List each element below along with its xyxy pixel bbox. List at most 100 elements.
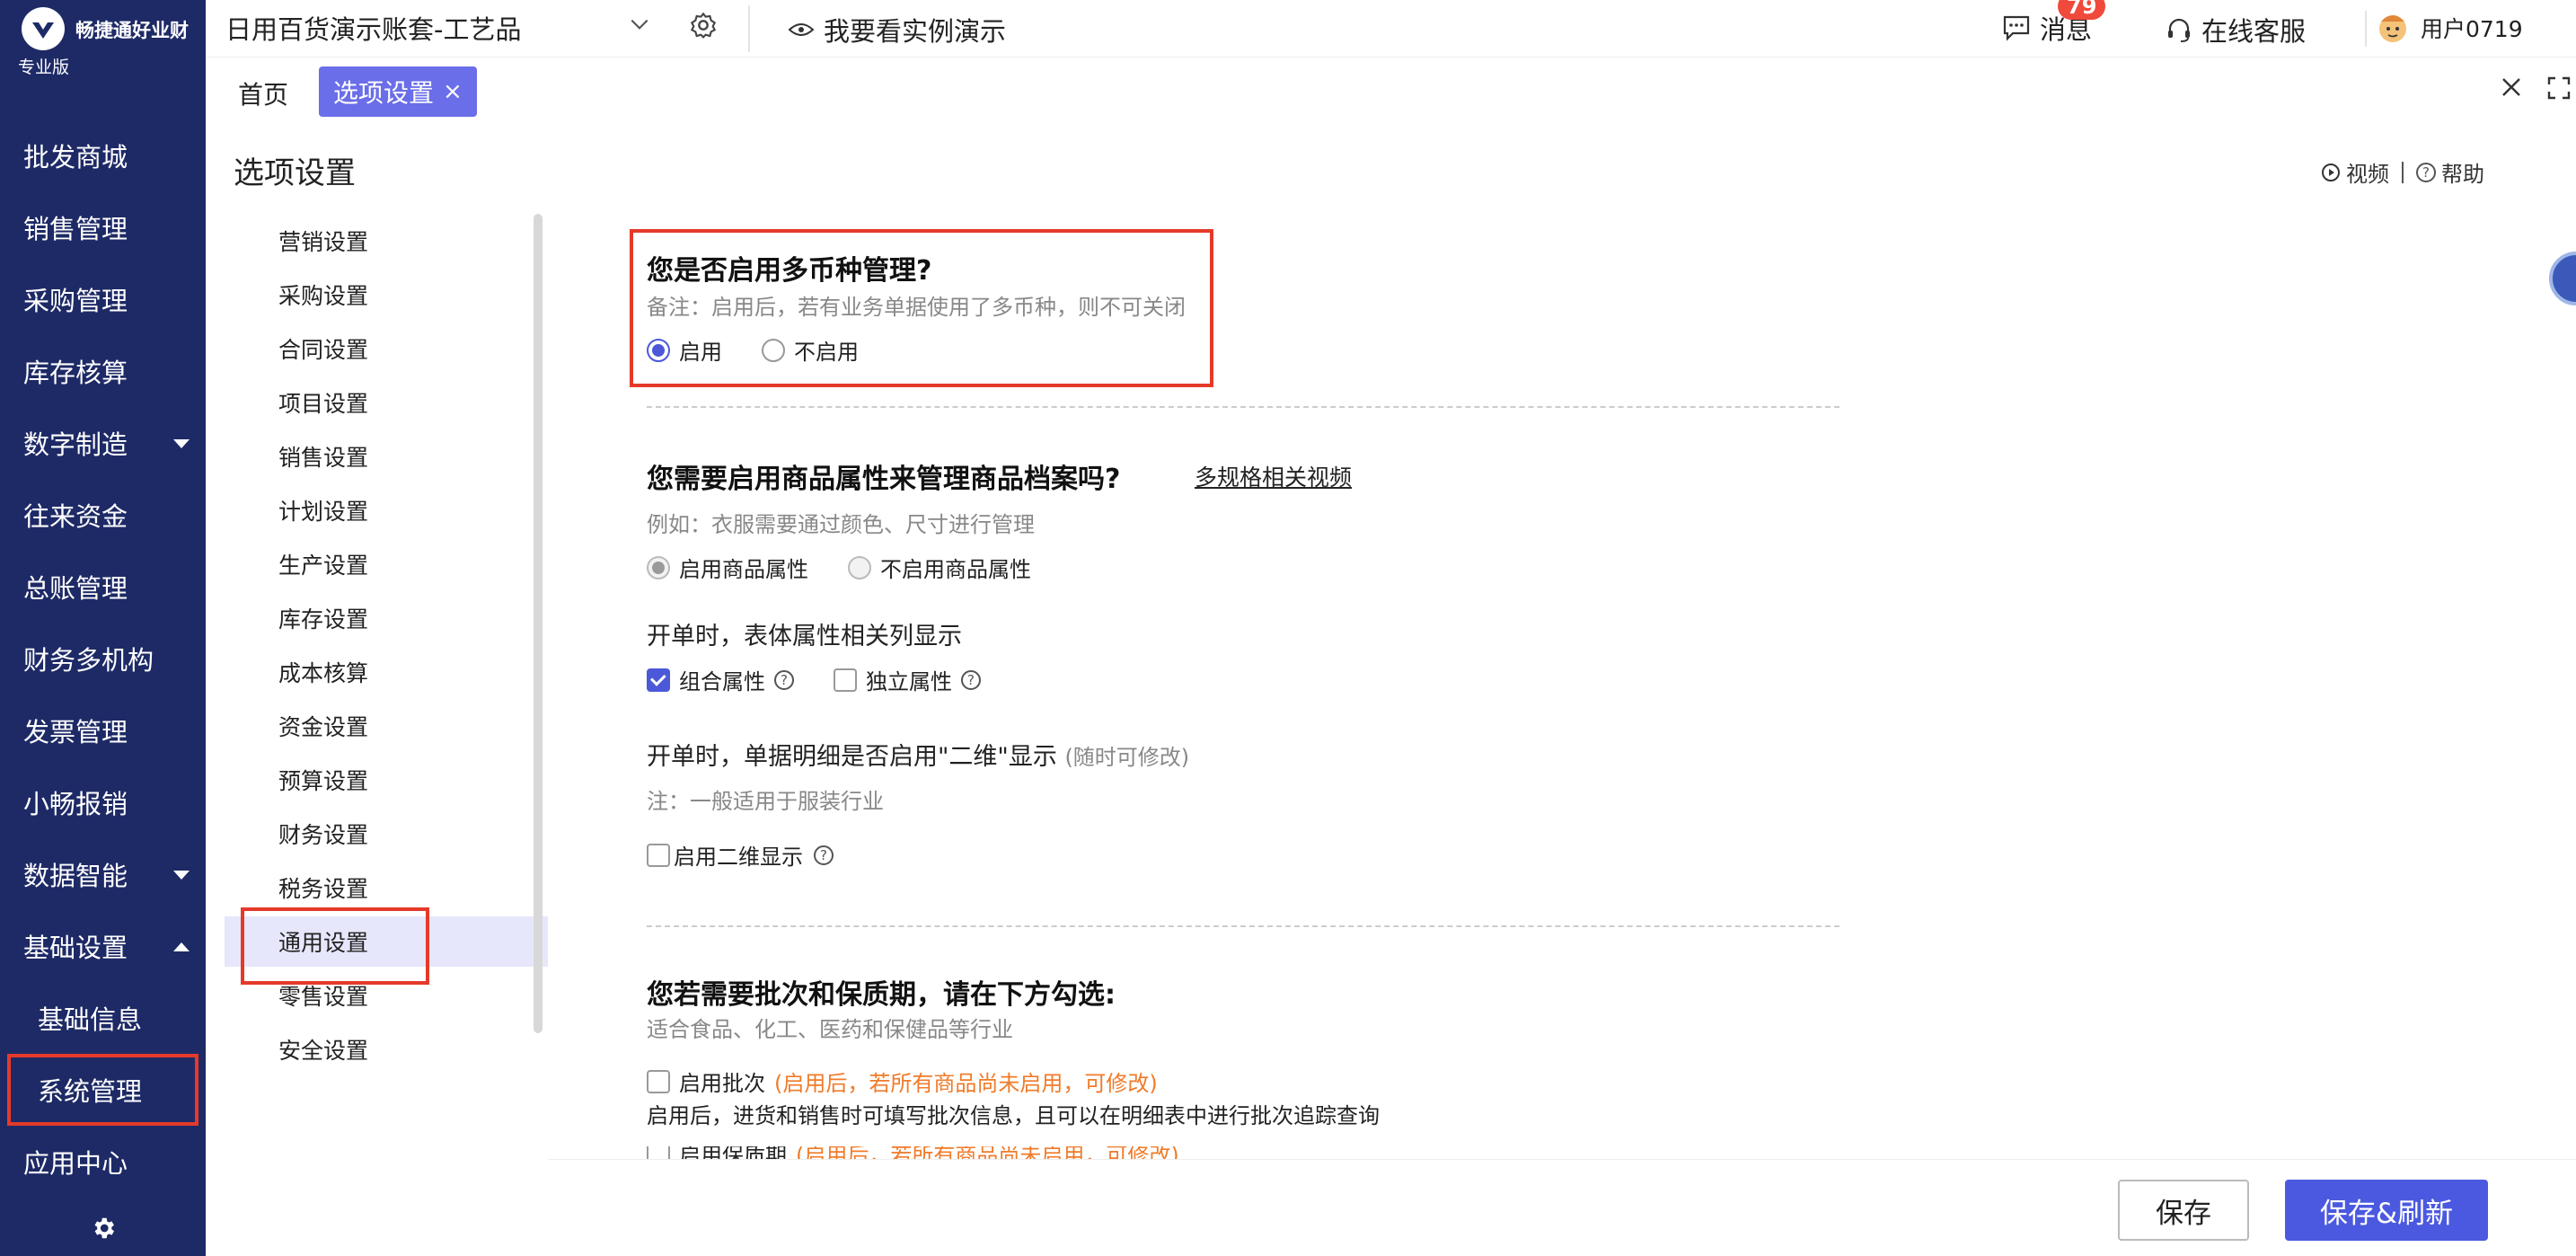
spec-video-link[interactable]: 多规格相关视频: [1195, 460, 1352, 492]
currency-radio-on[interactable]: 启用: [647, 334, 722, 366]
combined-attribute-checkbox[interactable]: 组合属性 ?: [647, 664, 794, 695]
side-menu: 批发商城 销售管理 采购管理 库存核算 数字制造 往来资金 总账管理 财务多机构…: [0, 119, 206, 1198]
messages-count-badge: 79: [2058, 0, 2106, 20]
sidebar-item-system-management[interactable]: 系统管理: [7, 1054, 198, 1126]
page-title: 选项设置: [234, 155, 356, 191]
radio-checked-icon: [647, 338, 670, 362]
twod-hint: (随时可修改): [1064, 745, 1190, 770]
floating-assistant-icon[interactable]: [2549, 252, 2576, 305]
column-display-title: 开单时，表体属性相关列显示: [647, 623, 962, 650]
settings-nav-plan[interactable]: 计划设置: [225, 485, 548, 535]
tab-home[interactable]: 首页: [238, 75, 288, 111]
user-menu[interactable]: 用户0719: [2374, 9, 2523, 47]
settings-nav-funds[interactable]: 资金设置: [225, 701, 548, 751]
sidebar-item-label: 基础设置: [23, 933, 128, 963]
batch-hint: (启用后，若所有商品尚未启用，可修改): [774, 1071, 1158, 1096]
sidebar-item-basic-info[interactable]: 基础信息: [0, 982, 206, 1054]
settings-nav-tax[interactable]: 税务设置: [225, 862, 548, 913]
shelf-check-row: 启用保质期 (启用后，若所有商品尚未启用，可修改): [647, 1146, 1210, 1159]
settings-nav-production[interactable]: 生产设置: [225, 539, 548, 589]
tab-close-icon[interactable]: ×: [443, 78, 463, 105]
attributes-options: 启用商品属性 不启用商品属性: [647, 552, 1062, 583]
question-circle-icon: ?: [2416, 162, 2436, 182]
sidebar-item-label: 发票管理: [23, 717, 128, 747]
settings-nav-project[interactable]: 项目设置: [225, 377, 548, 428]
attributes-radio-on[interactable]: 启用商品属性: [647, 552, 808, 583]
sidebar-item-label: 基础信息: [38, 1004, 143, 1035]
account-settings-icon[interactable]: [689, 11, 718, 43]
brand-edition: 专业版: [18, 57, 70, 77]
sidebar-item-funds[interactable]: 往来资金: [0, 479, 206, 551]
close-icon[interactable]: [2498, 72, 2525, 109]
checkbox-label: 组合属性: [679, 669, 765, 694]
radio-unchecked-icon: [848, 555, 871, 579]
video-link[interactable]: 视频: [2321, 156, 2389, 188]
currency-options: 启用 不启用: [647, 334, 889, 366]
sidebar-item-data-intelligence[interactable]: 数据智能: [0, 838, 206, 910]
radio-unchecked-icon: [762, 338, 785, 362]
sidebar-item-label: 库存核算: [23, 358, 128, 388]
checkbox-label: 启用二维显示: [674, 845, 803, 870]
settings-nav-sales[interactable]: 销售设置: [225, 431, 548, 482]
user-name: 用户0719: [2421, 16, 2523, 42]
shelf-life-checkbox[interactable]: 启用保质期 (启用后，若所有商品尚未启用，可修改): [647, 1146, 1179, 1159]
online-service-button[interactable]: 在线客服: [2166, 11, 2306, 49]
play-circle-icon: [2322, 163, 2340, 181]
shelf-hint: (启用后，若所有商品尚未启用，可修改): [796, 1146, 1179, 1159]
settings-nav-costing[interactable]: 成本核算: [225, 647, 548, 697]
highlight-box-general: [241, 907, 429, 985]
tab-options-settings[interactable]: 选项设置 ×: [319, 66, 477, 117]
checkbox-label: 独立属性: [866, 669, 952, 694]
sidebar-item-manufacturing[interactable]: 数字制造: [0, 407, 206, 479]
settings-nav-security[interactable]: 安全设置: [225, 1024, 548, 1075]
section-divider: [647, 406, 1839, 408]
sidebar-item-ledger[interactable]: 总账管理: [0, 551, 206, 623]
chevron-down-icon[interactable]: [628, 13, 651, 40]
settings-nav-contract[interactable]: 合同设置: [225, 323, 548, 374]
attributes-radio-off[interactable]: 不启用商品属性: [848, 552, 1031, 583]
settings-nav-marketing[interactable]: 营销设置: [225, 216, 548, 266]
save-button[interactable]: 保存: [2118, 1180, 2249, 1241]
settings-nav-budget[interactable]: 预算设置: [225, 755, 548, 805]
sidebar-item-multi-org[interactable]: 财务多机构: [0, 623, 206, 694]
fullscreen-icon[interactable]: [2546, 75, 2572, 104]
settings-nav-finance[interactable]: 财务设置: [225, 809, 548, 859]
demo-link[interactable]: 我要看实例演示: [788, 11, 1006, 49]
sidebar-item-label: 系统管理: [38, 1076, 143, 1107]
help-link[interactable]: ? 帮助: [2416, 156, 2484, 188]
sidebar-item-invoice[interactable]: 发票管理: [0, 694, 206, 766]
separate-attribute-checkbox[interactable]: 独立属性 ?: [834, 664, 981, 695]
eye-icon: [788, 23, 815, 36]
batch-description: 启用后，进货和销售时可填写批次信息，且可以在明细表中进行批次追踪查询: [647, 1103, 1380, 1128]
save-refresh-button[interactable]: 保存&刷新: [2285, 1180, 2488, 1241]
question-circle-icon[interactable]: ?: [814, 845, 834, 865]
settings-nav-inventory[interactable]: 库存设置: [225, 593, 548, 643]
action-bar: 保存 保存&刷新: [548, 1159, 2576, 1256]
sidebar-item-app-center[interactable]: 应用中心: [0, 1126, 206, 1198]
sidebar-item-wholesale-mall[interactable]: 批发商城: [0, 119, 206, 191]
settings-nav-scrollbar[interactable]: [534, 214, 543, 1033]
account-selector[interactable]: 日用百货演示账套-工艺品: [225, 9, 521, 47]
sidebar-item-purchase[interactable]: 采购管理: [0, 263, 206, 335]
demo-link-label: 我要看实例演示: [824, 16, 1007, 47]
question-circle-icon[interactable]: ?: [774, 669, 794, 690]
message-icon: [2003, 15, 2030, 41]
batch-checkbox[interactable]: 启用批次 (启用后，若所有商品尚未启用，可修改): [647, 1066, 1158, 1097]
brand-logo-icon: [22, 7, 65, 50]
tab-bar: 首页 选项设置 ×: [206, 57, 2576, 126]
currency-radio-off[interactable]: 不启用: [762, 334, 859, 366]
twod-note: 注：一般适用于服装行业: [647, 789, 884, 814]
caret-down-icon: [173, 871, 190, 880]
twod-checkbox[interactable]: 启用二维显示 ?: [647, 839, 834, 871]
settings-nav-purchase[interactable]: 采购设置: [225, 270, 548, 320]
video-link-label: 视频: [2346, 162, 2389, 187]
sidebar-item-inventory[interactable]: 库存核算: [0, 335, 206, 407]
help-link-label: 帮助: [2441, 162, 2484, 187]
question-circle-icon[interactable]: ?: [961, 669, 981, 690]
sidebar-item-expense[interactable]: 小畅报销: [0, 766, 206, 838]
sidebar-item-basic-settings[interactable]: 基础设置: [0, 910, 206, 982]
checkbox-unchecked-icon: [647, 1146, 670, 1159]
settings-gear-icon[interactable]: [90, 1215, 117, 1245]
help-links: 视频 ? 帮助: [2321, 156, 2484, 188]
sidebar-item-sales[interactable]: 销售管理: [0, 191, 206, 263]
